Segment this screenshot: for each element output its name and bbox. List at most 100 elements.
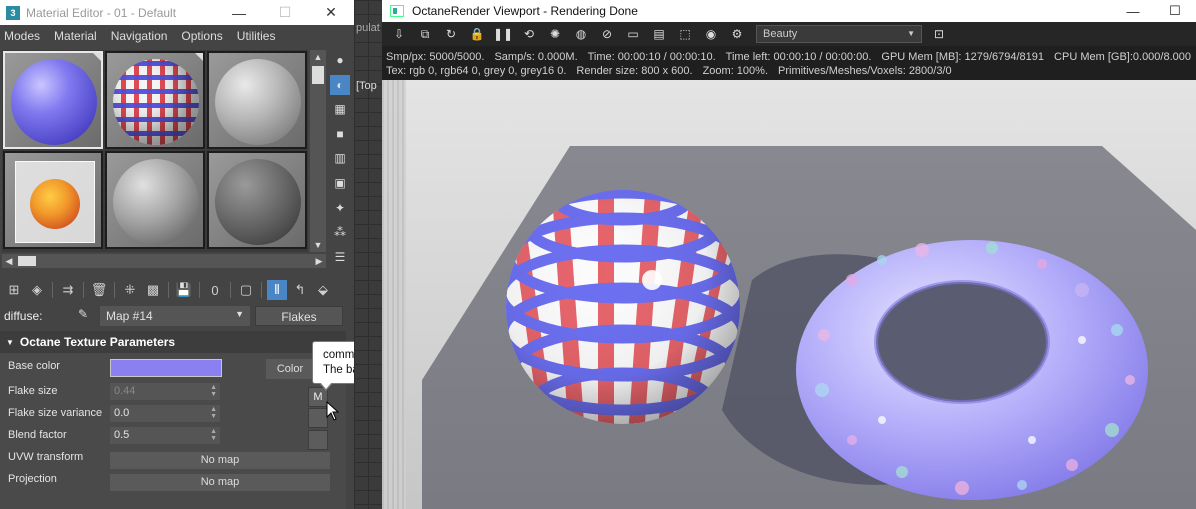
max-app-icon: 3 — [6, 5, 20, 20]
mouse-cursor-icon — [326, 401, 340, 421]
pause-icon[interactable]: ❚❚ — [493, 25, 513, 43]
export-icon[interactable]: ⊡ — [930, 25, 948, 43]
stat-gpu-mem: GPU Mem [MB]: 1279/6794/8191 — [881, 51, 1045, 63]
sample-slot-6[interactable] — [207, 151, 307, 249]
render-pass-dropdown[interactable]: Beauty ▼ — [756, 25, 922, 43]
toolbar-separator — [230, 282, 231, 298]
menu-utilities[interactable]: Utilities — [233, 29, 282, 43]
show-shaded-in-viewport-icon[interactable]: ▢ — [236, 280, 256, 300]
toolbar-separator — [52, 282, 53, 298]
spinner-arrows-icon[interactable]: ▲ ▼ — [210, 384, 217, 398]
video-color-check-icon[interactable]: ▥ — [330, 148, 350, 168]
delete-icon[interactable]: 🗑 — [89, 280, 109, 300]
menu-material[interactable]: Material — [50, 29, 103, 43]
flake-size-variance-spinner[interactable]: 0.0 ▲ ▼ — [110, 405, 220, 422]
camera-icon[interactable]: ◉ — [702, 25, 720, 43]
spinner-arrows-icon[interactable]: ▲ ▼ — [210, 428, 217, 442]
sample-slot-5[interactable] — [105, 151, 205, 249]
save-passes-icon[interactable]: ⧉ — [416, 25, 434, 43]
put-material-to-scene-icon[interactable]: ◈ — [27, 280, 47, 300]
grey-material-sphere — [113, 159, 199, 245]
menu-modes[interactable]: Modes — [0, 29, 46, 43]
param-label: Flake size — [8, 385, 58, 397]
sample-type-sphere-icon[interactable]: ● — [330, 50, 350, 70]
sample-slot-4[interactable] — [3, 151, 103, 249]
make-unique-icon[interactable]: ⁜ — [120, 280, 140, 300]
reset-icon[interactable]: ⟲ — [520, 25, 538, 43]
minimize-button[interactable]: — — [1112, 4, 1154, 19]
blend-factor-map-button[interactable] — [308, 430, 328, 450]
material-options-icon[interactable]: ✦ — [330, 198, 350, 218]
octane-titlebar[interactable]: OctaneRender Viewport - Rendering Done —… — [382, 0, 1196, 22]
go-forward-to-sibling-icon[interactable]: ⬙ — [313, 280, 333, 300]
param-blend-factor: Blend factor 0.5 ▲ ▼ — [0, 426, 346, 446]
map-type-button[interactable]: Flakes — [255, 306, 343, 326]
projection-map-button[interactable]: No map — [110, 474, 330, 491]
show-end-result-icon[interactable]: ⫴ — [267, 280, 287, 300]
lock-icon[interactable]: 🔒 — [468, 25, 486, 43]
get-material-icon[interactable]: ⊞ — [4, 280, 24, 300]
settings-gear-icon[interactable]: ⚙ — [728, 25, 746, 43]
refresh-icon[interactable]: ✺ — [546, 25, 564, 43]
viewport-label[interactable]: [Top — [356, 80, 377, 92]
map-name-dropdown[interactable]: Map #14 ▼ — [100, 306, 250, 326]
scroll-thumb[interactable] — [312, 66, 324, 84]
go-to-parent-icon[interactable]: ↰ — [290, 280, 310, 300]
make-preview-icon[interactable]: ▣ — [330, 173, 350, 193]
rendered-scene — [422, 146, 1196, 509]
spinner-arrows-icon[interactable]: ▲ ▼ — [210, 406, 217, 420]
sample-slot-1[interactable] — [3, 51, 103, 149]
minimize-button[interactable]: — — [216, 0, 262, 25]
no-render-icon[interactable]: ⊘ — [598, 25, 616, 43]
scroll-left-arrow-icon[interactable]: ◀ — [2, 254, 16, 268]
material-picker-icon[interactable]: ⬚ — [676, 25, 694, 43]
maximize-button[interactable]: ☐ — [1154, 3, 1196, 19]
material-map-navigator-icon[interactable]: ☰ — [330, 247, 350, 267]
stats-line-2: Tex: rgb 0, rgb64 0, grey 0, grey16 0. R… — [386, 64, 1192, 78]
base-color-swatch[interactable] — [110, 359, 222, 377]
close-button[interactable]: ✕ — [308, 0, 354, 25]
save-image-icon[interactable]: ⇩ — [390, 25, 408, 43]
param-flake-size: Flake size 0.44 ▲ ▼ — [0, 382, 346, 402]
material-editor-titlebar[interactable]: 3 Material Editor - 01 - Default — ☐ ✕ — [0, 0, 354, 25]
maximize-button[interactable]: ☐ — [262, 0, 308, 25]
flake-size-spinner[interactable]: 0.44 ▲ ▼ — [110, 383, 220, 400]
put-to-library-icon[interactable]: ▩ — [143, 280, 163, 300]
material-editor-window: 3 Material Editor - 01 - Default — ☐ ✕ M… — [0, 0, 476, 509]
sample-slot-3[interactable] — [207, 51, 307, 149]
menu-options[interactable]: Options — [177, 29, 228, 43]
render-canvas[interactable] — [382, 80, 1196, 509]
assign-material-icon[interactable]: ⇉ — [58, 280, 78, 300]
sample-uv-tiling-icon[interactable]: ■ — [330, 124, 350, 144]
scroll-up-arrow-icon[interactable]: ▲ — [310, 50, 326, 64]
save-icon[interactable]: 💾 — [174, 280, 194, 300]
menu-navigation[interactable]: Navigation — [107, 29, 174, 43]
region-render-icon[interactable]: ▭ — [624, 25, 642, 43]
eyedropper-icon[interactable]: ✎ — [78, 307, 94, 323]
background-text: pulat — [356, 22, 380, 34]
max-viewport-background: pulat [Top — [354, 0, 382, 509]
stat-samples-per-second: Samp/s: 0.000M. — [494, 51, 578, 63]
uvw-transform-map-button[interactable]: No map — [110, 452, 330, 469]
color-picker-icon[interactable]: ◍ — [572, 25, 590, 43]
blend-factor-spinner[interactable]: 0.5 ▲ ▼ — [110, 427, 220, 444]
material-id-channel-icon[interactable]: 0 — [205, 280, 225, 300]
color-type-button[interactable]: Color — [266, 359, 314, 379]
scroll-right-arrow-icon[interactable]: ▶ — [312, 254, 326, 268]
scroll-down-arrow-icon[interactable]: ▼ — [310, 238, 326, 252]
stat-time-left: Time left: 00:00:10 / 00:00:00. — [725, 51, 872, 63]
flake-size-variance-map-button[interactable] — [308, 408, 328, 428]
select-by-material-icon[interactable]: ⁂ — [330, 222, 350, 242]
background-checker-icon[interactable]: ▦ — [330, 99, 350, 119]
scroll-thumb[interactable] — [18, 256, 36, 266]
tooltip-pointer-fill — [320, 382, 332, 389]
slots-horizontal-scrollbar[interactable]: ◀ ▶ — [2, 254, 326, 268]
sample-slot-2[interactable] — [105, 51, 205, 149]
backlight-icon[interactable]: ◐ — [330, 74, 350, 95]
param-label: Flake size variance — [8, 407, 103, 419]
slot-corner-marker — [195, 53, 203, 61]
rollout-header[interactable]: ▼ Octane Texture Parameters — [0, 331, 346, 353]
film-region-icon[interactable]: ▤ — [650, 25, 668, 43]
restart-render-icon[interactable]: ↻ — [442, 25, 460, 43]
slots-vertical-scrollbar[interactable]: ▲ ▼ — [310, 50, 326, 252]
